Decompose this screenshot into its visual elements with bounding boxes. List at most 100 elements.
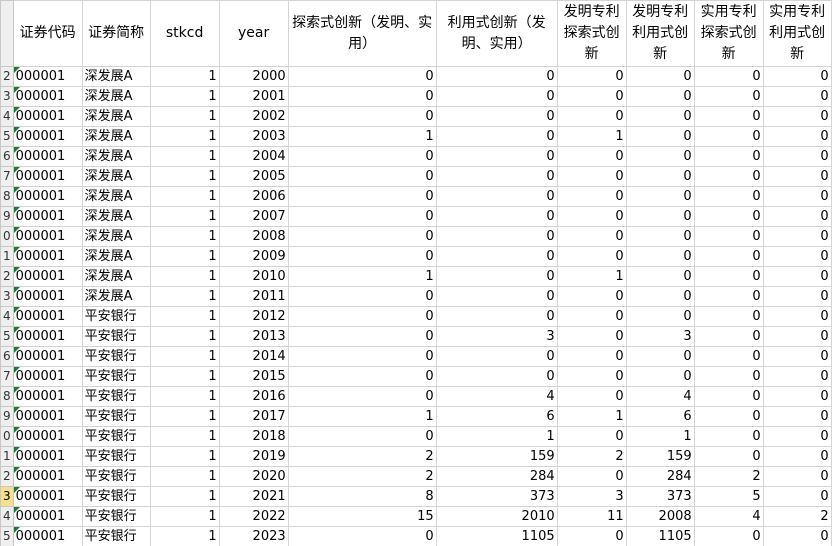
table-cell[interactable]: 1 [149, 266, 220, 287]
table-cell[interactable]: 0 [693, 246, 764, 267]
table-cell[interactable]: 0 [762, 486, 832, 507]
column-header[interactable]: 证券代码 [12, 0, 83, 67]
table-cell[interactable]: 0 [287, 346, 437, 367]
table-cell[interactable]: 1 [149, 86, 220, 107]
table-cell[interactable]: 深发展A [81, 166, 151, 187]
table-cell[interactable]: 2009 [218, 246, 289, 267]
table-cell[interactable]: 0 [762, 406, 832, 427]
table-cell[interactable]: 0 [762, 366, 832, 387]
table-cell[interactable]: 0 [287, 366, 437, 387]
table-cell[interactable]: 平安银行 [81, 486, 151, 507]
table-cell[interactable]: 15 [287, 506, 437, 527]
table-cell[interactable]: 2010 [435, 506, 558, 527]
column-header[interactable]: 实用专利探索式创新 [693, 0, 764, 67]
table-cell[interactable]: 0 [693, 266, 764, 287]
row-number[interactable]: 2 [0, 466, 14, 487]
table-cell[interactable]: 2015 [218, 366, 289, 387]
table-cell[interactable]: 0 [693, 526, 764, 546]
table-cell[interactable]: 0 [287, 526, 437, 546]
table-cell[interactable]: 1 [149, 326, 220, 347]
table-cell[interactable]: 1105 [625, 526, 695, 546]
column-header[interactable]: 实用专利利用式创新 [762, 0, 832, 67]
table-cell[interactable]: 1 [149, 146, 220, 167]
table-cell[interactable]: 深发展A [81, 66, 151, 87]
table-cell[interactable]: 0 [693, 186, 764, 207]
table-cell[interactable]: 0 [556, 246, 627, 267]
table-cell[interactable]: 2008 [218, 226, 289, 247]
table-cell[interactable]: 1 [149, 446, 220, 467]
row-number[interactable]: 6 [0, 346, 14, 367]
table-cell[interactable]: 1 [287, 266, 437, 287]
row-number[interactable]: 3 [0, 286, 14, 307]
table-cell[interactable]: 0 [762, 326, 832, 347]
table-cell[interactable]: 1 [149, 346, 220, 367]
table-cell[interactable]: 2007 [218, 206, 289, 227]
table-cell[interactable]: 平安银行 [81, 446, 151, 467]
table-cell[interactable]: 0 [762, 526, 832, 546]
table-cell[interactable]: 2013 [218, 326, 289, 347]
row-number[interactable]: 5 [0, 326, 14, 347]
table-cell[interactable]: 0 [625, 366, 695, 387]
table-cell[interactable]: 1 [149, 246, 220, 267]
table-cell[interactable]: 0 [762, 66, 832, 87]
column-header[interactable]: 证券简称 [81, 0, 151, 67]
table-cell[interactable]: 深发展A [81, 266, 151, 287]
table-cell[interactable]: 0 [762, 346, 832, 367]
table-cell[interactable]: 2001 [218, 86, 289, 107]
column-header[interactable]: 利用式创新（发明、实用） [435, 0, 558, 67]
row-number[interactable]: 8 [0, 386, 14, 407]
table-cell[interactable]: 0 [435, 266, 558, 287]
table-cell[interactable]: 0 [435, 206, 558, 227]
table-cell[interactable]: 1 [556, 406, 627, 427]
table-cell[interactable]: 000001 [12, 246, 83, 267]
table-cell[interactable]: 1 [149, 206, 220, 227]
table-cell[interactable]: 0 [762, 446, 832, 467]
table-cell[interactable]: 0 [762, 386, 832, 407]
column-header[interactable]: 探索式创新（发明、实用） [287, 0, 437, 67]
table-cell[interactable]: 0 [556, 226, 627, 247]
table-cell[interactable]: 2022 [218, 506, 289, 527]
table-cell[interactable]: 1 [287, 406, 437, 427]
table-cell[interactable]: 0 [287, 86, 437, 107]
table-cell[interactable]: 0 [693, 146, 764, 167]
table-cell[interactable]: 373 [435, 486, 558, 507]
row-number[interactable]: 1 [0, 446, 14, 467]
table-cell[interactable]: 平安银行 [81, 526, 151, 546]
table-cell[interactable]: 1 [149, 366, 220, 387]
table-cell[interactable]: 000001 [12, 206, 83, 227]
table-cell[interactable]: 2020 [218, 466, 289, 487]
table-cell[interactable]: 0 [556, 206, 627, 227]
table-cell[interactable]: 000001 [12, 486, 83, 507]
table-cell[interactable]: 深发展A [81, 126, 151, 147]
row-number[interactable]: 0 [0, 226, 14, 247]
table-cell[interactable]: 0 [435, 286, 558, 307]
table-cell[interactable]: 0 [762, 246, 832, 267]
table-cell[interactable]: 000001 [12, 466, 83, 487]
table-cell[interactable]: 1 [149, 66, 220, 87]
table-cell[interactable]: 平安银行 [81, 326, 151, 347]
table-cell[interactable]: 0 [435, 246, 558, 267]
table-cell[interactable]: 0 [287, 66, 437, 87]
table-cell[interactable]: 0 [762, 226, 832, 247]
table-cell[interactable]: 3 [625, 326, 695, 347]
table-cell[interactable]: 0 [435, 166, 558, 187]
table-cell[interactable]: 2000 [218, 66, 289, 87]
table-cell[interactable]: 284 [435, 466, 558, 487]
table-cell[interactable]: 0 [556, 326, 627, 347]
table-cell[interactable]: 平安银行 [81, 506, 151, 527]
table-cell[interactable]: 0 [556, 466, 627, 487]
table-cell[interactable]: 0 [287, 166, 437, 187]
row-number[interactable]: 5 [0, 126, 14, 147]
table-cell[interactable]: 1 [149, 226, 220, 247]
table-cell[interactable]: 2003 [218, 126, 289, 147]
table-cell[interactable]: 1 [149, 306, 220, 327]
table-cell[interactable]: 0 [693, 106, 764, 127]
table-cell[interactable]: 0 [435, 366, 558, 387]
row-number[interactable]: 1 [0, 246, 14, 267]
table-cell[interactable]: 000001 [12, 286, 83, 307]
table-cell[interactable]: 0 [287, 186, 437, 207]
table-cell[interactable]: 0 [693, 446, 764, 467]
table-cell[interactable]: 6 [435, 406, 558, 427]
table-cell[interactable]: 0 [287, 326, 437, 347]
table-cell[interactable]: 平安银行 [81, 426, 151, 447]
